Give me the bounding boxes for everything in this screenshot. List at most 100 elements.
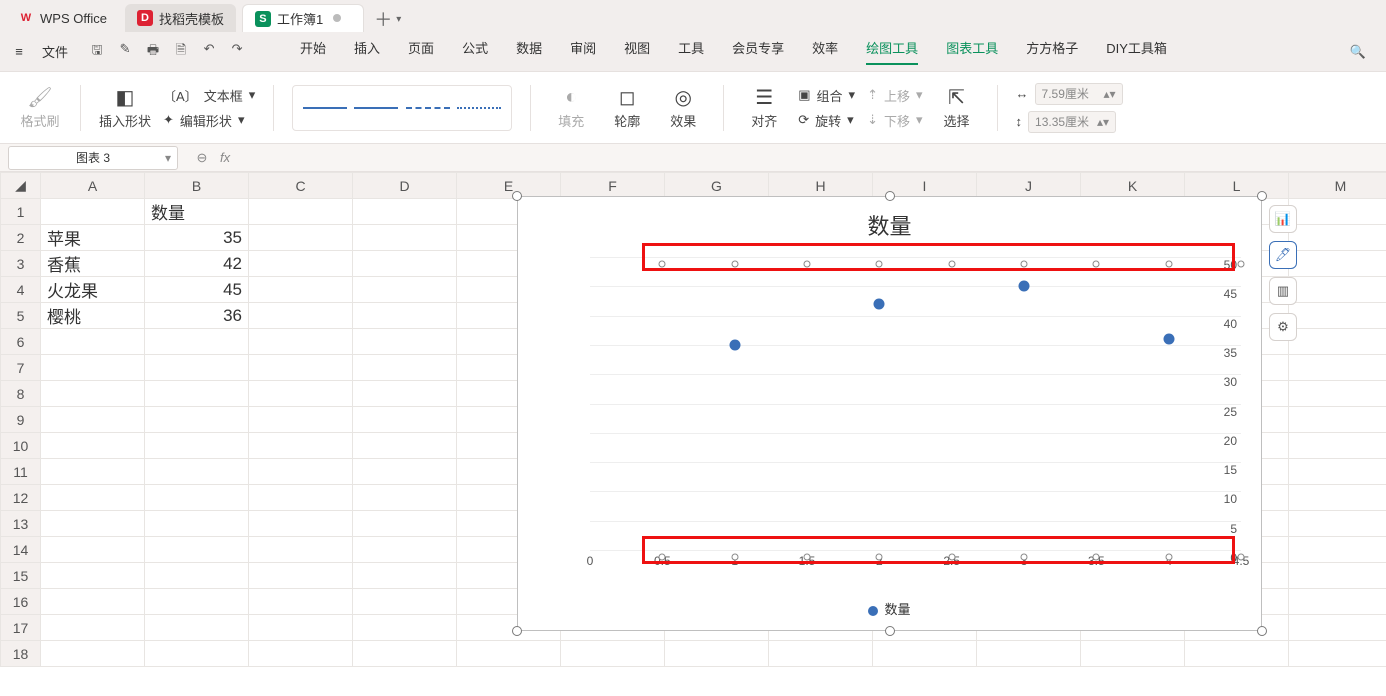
row-header[interactable]: 3 — [1, 251, 41, 277]
cell[interactable]: 35 — [145, 225, 249, 251]
hamburger-icon[interactable]: ≡ — [10, 44, 28, 59]
row-header[interactable]: 6 — [1, 329, 41, 355]
window-tabstrip: W WPS Office D 找稻壳模板 S 工作簿1 ＋ ▾ — [0, 0, 1386, 32]
resize-handle[interactable] — [885, 626, 895, 636]
menu-draw-tools[interactable]: 绘图工具 — [866, 38, 918, 65]
chart-style-button[interactable]: 🖊 — [1269, 241, 1297, 269]
save-icon[interactable]: 🖫 — [88, 41, 106, 63]
col-header[interactable]: L — [1185, 173, 1289, 199]
row-header[interactable]: 17 — [1, 615, 41, 641]
embedded-chart[interactable]: 数量 0510152025303540455000.511.522.533.54… — [517, 196, 1262, 631]
undo-icon[interactable]: ↶ — [200, 41, 218, 63]
row-header[interactable]: 8 — [1, 381, 41, 407]
menu-ffgz[interactable]: 方方格子 — [1026, 38, 1078, 65]
cancel-edit-icon[interactable]: ⊖ — [194, 150, 210, 166]
chart-elements-button[interactable]: 📊 — [1269, 205, 1297, 233]
row-header[interactable]: 15 — [1, 563, 41, 589]
cell[interactable]: 苹果 — [41, 225, 145, 251]
formula-input[interactable] — [240, 147, 1386, 169]
col-header[interactable]: F — [561, 173, 665, 199]
chart-settings-button[interactable]: ⚙ — [1269, 313, 1297, 341]
new-tab-button[interactable]: ＋ — [374, 6, 392, 32]
outline-button[interactable]: ◻轮廓 — [605, 85, 649, 130]
select-button[interactable]: ⇱选择 — [935, 85, 979, 130]
effect-button[interactable]: ◎效果 — [661, 85, 705, 130]
cell[interactable]: 樱桃 — [41, 303, 145, 329]
menu-efficiency[interactable]: 效率 — [812, 38, 838, 65]
menu-chart-tools[interactable]: 图表工具 — [946, 38, 998, 65]
shape-height-input[interactable]: 13.35厘米▴▾ — [1028, 111, 1116, 133]
menu-review[interactable]: 审阅 — [570, 38, 596, 65]
cell[interactable]: 香蕉 — [41, 251, 145, 277]
col-header[interactable]: D — [353, 173, 457, 199]
cell[interactable]: 36 — [145, 303, 249, 329]
col-header[interactable]: J — [977, 173, 1081, 199]
textbox-button[interactable]: 〔A〕文本框▾ — [163, 86, 255, 105]
col-header[interactable]: H — [769, 173, 873, 199]
row-header[interactable]: 2 — [1, 225, 41, 251]
resize-handle[interactable] — [1257, 191, 1267, 201]
shape-width-input[interactable]: 7.59厘米▴▾ — [1035, 83, 1123, 105]
app-tab-docer[interactable]: D 找稻壳模板 — [125, 4, 236, 32]
col-header[interactable]: G — [665, 173, 769, 199]
tab-dropdown-button[interactable]: ▾ — [396, 14, 401, 25]
menu-start[interactable]: 开始 — [300, 38, 326, 65]
file-menu[interactable]: 文件 — [36, 42, 74, 61]
row-header[interactable]: 7 — [1, 355, 41, 381]
select-all-corner[interactable]: ◢ — [1, 173, 41, 199]
row-header[interactable]: 18 — [1, 641, 41, 667]
col-header[interactable]: A — [41, 173, 145, 199]
row-header[interactable]: 10 — [1, 433, 41, 459]
menu-vip[interactable]: 会员专享 — [732, 38, 784, 65]
rotate-button[interactable]: ⟳旋转▾ — [798, 111, 855, 130]
print-icon[interactable]: 🖶 — [144, 41, 162, 63]
col-header[interactable]: B — [145, 173, 249, 199]
row-header[interactable]: 1 — [1, 199, 41, 225]
insert-shape-button[interactable]: ◧ 插入形状 — [99, 85, 151, 130]
fx-icon[interactable]: fx — [220, 150, 230, 165]
cell[interactable]: 火龙果 — [41, 277, 145, 303]
row-header[interactable]: 5 — [1, 303, 41, 329]
row-header[interactable]: 13 — [1, 511, 41, 537]
app-tab-workbook[interactable]: S 工作簿1 — [242, 4, 364, 32]
resize-handle[interactable] — [1257, 626, 1267, 636]
edit-shape-button[interactable]: ✦编辑形状▾ — [163, 111, 255, 130]
chart-title[interactable]: 数量 — [518, 197, 1261, 241]
app-tab-wps[interactable]: W WPS Office — [6, 4, 119, 32]
chart-legend[interactable]: 数量 — [518, 599, 1261, 618]
col-header[interactable]: M — [1289, 173, 1386, 199]
chart-plot-area[interactable]: 0510152025303540455000.511.522.533.544.5 — [558, 257, 1241, 550]
cell[interactable]: 42 — [145, 251, 249, 277]
resize-handle[interactable] — [512, 191, 522, 201]
redo-icon[interactable]: ↷ — [228, 41, 246, 63]
export-icon[interactable]: ✎ — [116, 41, 134, 63]
col-header[interactable]: E — [457, 173, 561, 199]
col-header[interactable]: K — [1081, 173, 1185, 199]
col-header[interactable]: C — [249, 173, 353, 199]
menu-data[interactable]: 数据 — [516, 38, 542, 65]
resize-handle[interactable] — [512, 626, 522, 636]
menu-view[interactable]: 视图 — [624, 38, 650, 65]
preview-icon[interactable]: 🗎 — [172, 41, 190, 63]
cell[interactable]: 45 — [145, 277, 249, 303]
align-button[interactable]: ☰对齐 — [742, 85, 786, 130]
row-header[interactable]: 12 — [1, 485, 41, 511]
cell[interactable]: 数量 — [145, 199, 249, 225]
search-icon[interactable]: 🔍 — [1340, 44, 1376, 60]
resize-handle[interactable] — [885, 191, 895, 201]
name-box[interactable]: 图表 3 ▾ — [8, 146, 178, 170]
row-header[interactable]: 9 — [1, 407, 41, 433]
group-button[interactable]: ▣组合▾ — [798, 86, 855, 105]
row-header[interactable]: 16 — [1, 589, 41, 615]
row-header[interactable]: 4 — [1, 277, 41, 303]
menu-formula[interactable]: 公式 — [462, 38, 488, 65]
menu-page[interactable]: 页面 — [408, 38, 434, 65]
line-style-gallery[interactable] — [292, 85, 512, 131]
menu-tools[interactable]: 工具 — [678, 38, 704, 65]
row-header[interactable]: 11 — [1, 459, 41, 485]
chart-filter-button[interactable]: ▥ — [1269, 277, 1297, 305]
row-header[interactable]: 14 — [1, 537, 41, 563]
outline-icon: ◻ — [619, 85, 636, 109]
menu-diy[interactable]: DIY工具箱 — [1106, 38, 1167, 65]
menu-insert[interactable]: 插入 — [354, 38, 380, 65]
